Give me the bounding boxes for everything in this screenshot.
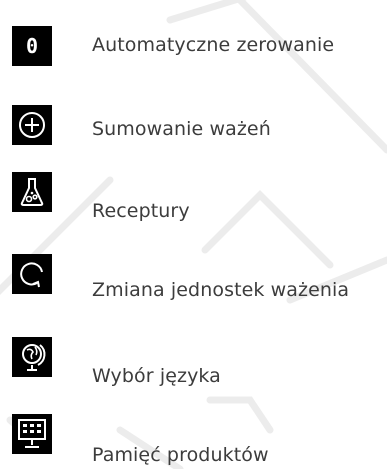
- globe-icon: [12, 337, 52, 377]
- feature-label: Automatyczne zerowanie: [92, 34, 335, 56]
- feature-recipes: Receptury: [0, 172, 387, 232]
- memory-keypad-icon: [12, 414, 52, 454]
- feature-label: Sumowanie ważeń: [92, 118, 271, 140]
- flask-icon: [12, 172, 52, 212]
- feature-unit-change: Zmiana jednostek ważenia: [0, 254, 387, 314]
- zero-icon: 0: [12, 26, 52, 66]
- feature-label: Wybór języka: [92, 365, 221, 387]
- refresh-icon: [12, 254, 52, 294]
- feature-weighing-sum: Sumowanie ważeń: [0, 100, 387, 160]
- feature-language: Wybór języka: [0, 337, 387, 397]
- feature-product-memory: Pamięć produktów: [0, 414, 387, 474]
- feature-label: Receptury: [92, 200, 190, 222]
- feature-auto-zero: 0 Automatyczne zerowanie: [0, 16, 387, 76]
- feature-label: Pamięć produktów: [92, 444, 269, 466]
- plus-circle-icon: [12, 105, 52, 145]
- feature-label: Zmiana jednostek ważenia: [92, 279, 350, 301]
